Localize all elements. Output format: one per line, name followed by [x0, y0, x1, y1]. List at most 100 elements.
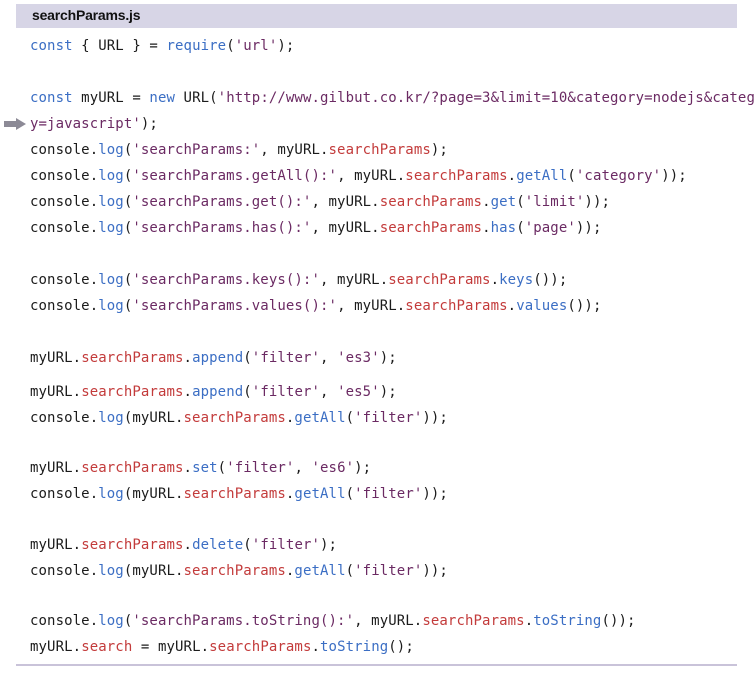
code-token: URL(: [175, 90, 218, 106]
code-token: console.: [30, 220, 99, 236]
code-token: searchParams: [405, 298, 508, 314]
code-token: getAll: [294, 410, 346, 426]
code-token: console.: [30, 486, 99, 502]
code-token: );: [379, 384, 397, 400]
code-line: console.log(myURL.searchParams.getAll('f…: [30, 408, 448, 428]
code-token: 'limit': [524, 194, 585, 210]
code-token: );: [379, 350, 397, 366]
code-token: ));: [422, 410, 448, 426]
code-token: 'searchParams.values():': [132, 298, 338, 314]
code-token: (: [516, 220, 525, 236]
code-token: 'http://www.gilbut.co.kr/?page=3&limit=1…: [217, 90, 754, 106]
code-token: console.: [30, 168, 99, 184]
code-line: console.log ('searchParams.has():', myURL…: [30, 218, 602, 238]
code-line: myURL.searchParams.delete('filter');: [30, 535, 337, 555]
code-token: delete: [192, 537, 244, 553]
code-token: (: [226, 38, 235, 54]
code-token: 'filter': [354, 563, 423, 579]
code-token: log: [98, 563, 124, 579]
code-token: 'filter': [354, 486, 423, 502]
code-token: searchParams: [388, 272, 491, 288]
code-token: getAll: [294, 563, 346, 579]
code-token: console.: [30, 194, 99, 210]
code-token: );: [354, 460, 372, 476]
code-line: console.log('searchParams.keys():', myUR…: [30, 270, 567, 290]
code-token: 'filter': [354, 410, 423, 426]
code-token: log: [98, 168, 124, 184]
code-token: search: [81, 639, 133, 655]
code-token: getAll: [294, 486, 346, 502]
code-token: const: [30, 90, 73, 106]
code-token: console.: [30, 272, 99, 288]
code-token: toString: [533, 613, 602, 629]
code-line: const myURL = new URL('http://www.gilbut…: [30, 88, 754, 108]
code-token: log: [98, 194, 124, 210]
code-token: (: [217, 460, 227, 476]
code-token: { URL } =: [72, 38, 167, 54]
code-token: .: [183, 537, 193, 553]
code-token: .: [507, 168, 517, 184]
line-continuation-arrow-icon: [4, 118, 26, 130]
code-token: );: [140, 116, 158, 132]
code-token: myURL =: [72, 90, 150, 106]
code-token: 'filter': [251, 384, 321, 400]
code-token: 'category': [575, 168, 662, 184]
code-token: getAll: [516, 168, 568, 184]
code-token: (: [243, 350, 252, 366]
code-token: ));: [584, 194, 611, 210]
code-token: 'es6': [311, 460, 355, 476]
code-line: const { URL } = require('url');: [30, 36, 294, 56]
code-line: myURL.searchParams.set('filter', 'es6');: [30, 458, 371, 478]
code-token: log: [98, 486, 124, 502]
code-token: log: [98, 613, 124, 629]
code-token: searchParams: [379, 194, 483, 210]
code-token: , myURL.: [354, 613, 423, 629]
code-token: (: [345, 563, 355, 579]
code-token: , myURL.: [260, 142, 329, 158]
code-token: (: [516, 194, 525, 210]
code-token: 'filter': [251, 537, 321, 553]
code-token: .: [482, 220, 491, 236]
code-token: console.: [30, 563, 99, 579]
code-token: (: [243, 384, 252, 400]
code-token: (myURL.: [123, 410, 184, 426]
code-token: console.: [30, 410, 99, 426]
code-token: .: [311, 639, 321, 655]
code-token: .: [183, 350, 193, 366]
code-token: myURL.: [30, 639, 82, 655]
code-token: ));: [422, 486, 448, 502]
code-line: console.log('searchParams.values():', my…: [30, 296, 602, 316]
code-token: has: [490, 220, 517, 236]
code-token: myURL.: [30, 460, 82, 476]
code-token: (: [345, 410, 355, 426]
code-token: searchParams: [405, 168, 508, 184]
bottom-divider: [16, 664, 737, 666]
code-token: );: [320, 537, 338, 553]
file-title: searchParams.js: [32, 7, 141, 23]
code-token: const: [30, 38, 73, 54]
code-token: .: [524, 613, 534, 629]
file-title-bar: searchParams.js: [16, 4, 737, 28]
code-token: searchParams: [81, 350, 184, 366]
code-token: searchParams: [183, 563, 286, 579]
code-token: ,: [320, 384, 338, 400]
code-line: console.log('searchParams.toString():', …: [30, 611, 636, 631]
code-token: searchParams: [328, 142, 431, 158]
code-token: ());: [601, 613, 636, 629]
code-token: searchParams: [81, 460, 184, 476]
code-token: myURL.: [30, 384, 82, 400]
code-token: searchParams: [209, 639, 312, 655]
code-token: new: [149, 90, 176, 106]
code-token: searchParams: [81, 384, 184, 400]
code-token: searchParams: [183, 486, 286, 502]
code-line: console.log(myURL.searchParams.getAll('f…: [30, 484, 448, 504]
code-token: , myURL.: [337, 168, 406, 184]
code-token: 'es5': [337, 384, 380, 400]
code-line: myURL.search = myURL.searchParams.toStri…: [30, 637, 414, 657]
code-token: 'filter': [226, 460, 295, 476]
code-token: log: [98, 298, 124, 314]
code-token: log: [98, 410, 124, 426]
code-token: 'url': [234, 38, 278, 54]
code-token: , myURL.: [320, 272, 389, 288]
code-token: console.: [30, 613, 99, 629]
